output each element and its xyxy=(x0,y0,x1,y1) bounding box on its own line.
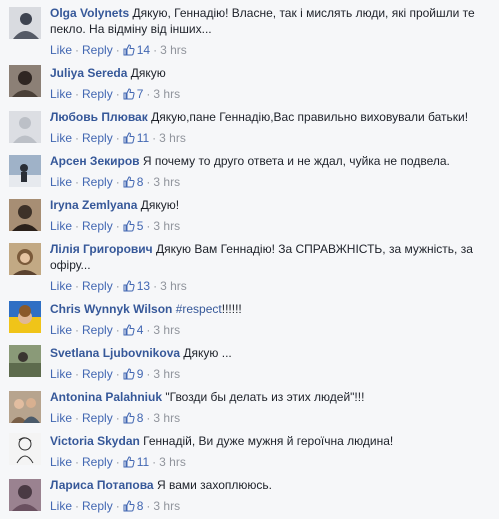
comment-text: !!!!!! xyxy=(221,302,242,316)
comment-author[interactable]: Арсен Зекиров xyxy=(50,154,140,168)
like-count[interactable]: 13 xyxy=(123,279,150,293)
comment-author[interactable]: Лариса Потапова xyxy=(50,478,154,492)
avatar[interactable] xyxy=(9,199,41,231)
like-button[interactable]: Like xyxy=(50,279,72,293)
timestamp[interactable]: 3 hrs xyxy=(159,455,186,469)
like-button[interactable]: Like xyxy=(50,219,72,233)
like-count[interactable]: 8 xyxy=(123,499,143,513)
comment-actions: Like · Reply · 4 · 3 hrs xyxy=(50,323,181,337)
like-button[interactable]: Like xyxy=(50,323,72,337)
thumbs-up-icon xyxy=(123,324,135,336)
comment-text: Дякую ... xyxy=(183,346,232,360)
avatar[interactable] xyxy=(9,243,41,275)
timestamp[interactable]: 3 hrs xyxy=(160,43,187,57)
comment-author[interactable]: Iryna Zemlyana xyxy=(50,198,137,212)
reply-button[interactable]: Reply xyxy=(82,455,113,469)
reply-button[interactable]: Reply xyxy=(82,499,113,513)
avatar[interactable] xyxy=(9,301,41,333)
comment-text: Дякую xyxy=(130,66,166,80)
avatar[interactable] xyxy=(9,479,41,511)
like-count[interactable]: 9 xyxy=(123,367,143,381)
like-count[interactable]: 11 xyxy=(123,455,149,469)
thumbs-up-icon xyxy=(123,456,135,468)
comment-author[interactable]: Juliya Sereda xyxy=(50,66,127,80)
reply-button[interactable]: Reply xyxy=(82,175,113,189)
thumbs-up-icon xyxy=(123,220,135,232)
avatar[interactable] xyxy=(9,7,41,39)
like-count[interactable]: 5 xyxy=(123,219,143,233)
comment-author[interactable]: Antonina Palahniuk xyxy=(50,390,162,404)
comment-text: Дякую,пане Геннадію,Вас правильно вихову… xyxy=(151,110,469,124)
timestamp[interactable]: 3 hrs xyxy=(153,411,180,425)
avatar[interactable] xyxy=(9,345,41,377)
thumbs-up-icon xyxy=(123,44,135,56)
like-count[interactable]: 7 xyxy=(123,87,143,101)
comment-actions: Like · Reply · 5 · 3 hrs xyxy=(50,219,181,233)
comment-text: Я вами захоплююсь. xyxy=(156,478,272,492)
reply-button[interactable]: Reply xyxy=(82,131,113,145)
reply-button[interactable]: Reply xyxy=(82,367,113,381)
like-button[interactable]: Like xyxy=(50,131,72,145)
like-count[interactable]: 4 xyxy=(123,323,143,337)
avatar[interactable] xyxy=(9,155,41,187)
avatar[interactable] xyxy=(9,391,41,423)
comment-actions: Like · Reply · 11 · 3 hrs xyxy=(50,131,186,145)
timestamp[interactable]: 3 hrs xyxy=(153,499,180,513)
thumbs-up-icon xyxy=(123,176,135,188)
comment-author[interactable]: Chris Wynnyk Wilson xyxy=(50,302,172,316)
reply-button[interactable]: Reply xyxy=(82,323,113,337)
reply-button[interactable]: Reply xyxy=(82,43,113,57)
comment-author[interactable]: Лілія Григорович xyxy=(50,242,153,256)
comment-author[interactable]: Svetlana Ljubovnikova xyxy=(50,346,180,360)
thumbs-up-icon xyxy=(123,368,135,380)
thumbs-up-icon xyxy=(123,88,135,100)
timestamp[interactable]: 3 hrs xyxy=(153,87,180,101)
timestamp[interactable]: 3 hrs xyxy=(153,175,180,189)
thumbs-up-icon xyxy=(123,412,135,424)
comment-actions: Like · Reply · 13 · 3 hrs xyxy=(50,279,187,293)
avatar[interactable] xyxy=(9,111,41,143)
timestamp[interactable]: 3 hrs xyxy=(153,219,180,233)
comment-actions: Like · Reply · 8 · 3 hrs xyxy=(50,411,181,425)
like-button[interactable]: Like xyxy=(50,455,72,469)
comment-text: Геннадій, Ви дуже мужня й героїчна людин… xyxy=(143,434,394,448)
timestamp[interactable]: 3 hrs xyxy=(153,367,180,381)
like-button[interactable]: Like xyxy=(50,499,72,513)
avatar[interactable] xyxy=(9,65,41,97)
thumbs-up-icon xyxy=(123,132,135,144)
comment-text: Дякую! xyxy=(140,198,180,212)
like-button[interactable]: Like xyxy=(50,175,72,189)
avatar[interactable] xyxy=(9,433,41,465)
timestamp[interactable]: 3 hrs xyxy=(153,323,180,337)
comment-author[interactable]: Любовь Плювак xyxy=(50,110,148,124)
thumbs-up-icon xyxy=(123,280,135,292)
comment-actions: Like · Reply · 7 · 3 hrs xyxy=(50,87,181,101)
reply-button[interactable]: Reply xyxy=(82,87,113,101)
like-count[interactable]: 11 xyxy=(123,131,149,145)
like-button[interactable]: Like xyxy=(50,87,72,101)
comment-actions: Like · Reply · 8 · 3 hrs xyxy=(50,499,181,513)
reply-button[interactable]: Reply xyxy=(82,279,113,293)
like-count[interactable]: 14 xyxy=(123,43,150,57)
comment-actions: Like · Reply · 8 · 3 hrs xyxy=(50,175,181,189)
timestamp[interactable]: 3 hrs xyxy=(159,131,186,145)
like-button[interactable]: Like xyxy=(50,411,72,425)
comment-actions: Like · Reply · 9 · 3 hrs xyxy=(50,367,181,381)
like-count[interactable]: 8 xyxy=(123,411,143,425)
comment-author[interactable]: Olga Volynets xyxy=(50,6,129,20)
reply-button[interactable]: Reply xyxy=(82,411,113,425)
comment-text: Я почему то друго ответа и не ждал, чуйк… xyxy=(142,154,450,168)
comments-list: Olga Volynets Дякую, Геннадію! Власне, т… xyxy=(0,0,499,519)
hashtag-link[interactable]: #respect xyxy=(176,302,222,316)
comment-author[interactable]: Victoria Skydan xyxy=(50,434,140,448)
thumbs-up-icon xyxy=(123,500,135,512)
comment-actions: Like · Reply · 11 · 3 hrs xyxy=(50,455,186,469)
reply-button[interactable]: Reply xyxy=(82,219,113,233)
like-button[interactable]: Like xyxy=(50,367,72,381)
comment-text: "Гвозди бы делать из этих людей"!!! xyxy=(165,390,365,404)
timestamp[interactable]: 3 hrs xyxy=(160,279,187,293)
comment-actions: Like · Reply · 14 · 3 hrs xyxy=(50,43,187,57)
like-count[interactable]: 8 xyxy=(123,175,143,189)
like-button[interactable]: Like xyxy=(50,43,72,57)
